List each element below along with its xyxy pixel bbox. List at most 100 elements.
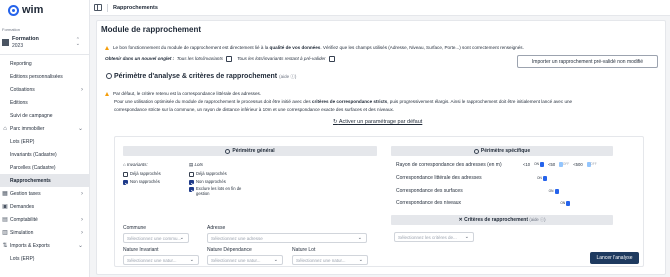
sidebar-item-label: Cotisations (10, 86, 35, 93)
radius-50-toggle[interactable]: OFF (559, 162, 569, 167)
chevron-right-icon: › (81, 216, 83, 223)
main-card: Module de rapprochement Le bon fonctionn… (96, 20, 666, 275)
radius-label: Rayon de correspondance des adresses (en… (396, 162, 502, 168)
chevron-down-icon: ⌄ (273, 257, 278, 263)
ledger-icon: ▤ (2, 216, 8, 223)
remaining-lots-checkbox[interactable] (328, 56, 335, 62)
breadcrumb-current: Rapprochements (113, 4, 158, 11)
sidebar-item-cotisations[interactable]: Cotisations › (0, 83, 90, 96)
levels-toggle[interactable]: ON (560, 201, 571, 206)
sidebar-item-parcelles-cadastre[interactable]: Parcelles (Cadastre) (0, 161, 90, 174)
inv-deja-checkbox[interactable] (123, 172, 128, 177)
sidebar-item-demandes[interactable]: ▣ Demandes (0, 200, 90, 213)
page-title: Module de rapprochement (101, 25, 202, 34)
all-lots-checkbox[interactable] (226, 56, 233, 62)
home-icon: ⌂ (123, 162, 126, 167)
adresse-select[interactable]: Sélectionnez une adresse ⌄ (207, 233, 367, 243)
sidebar-item-label: Editions (10, 99, 28, 106)
sidebar-item-simulation[interactable]: ▥ Simulation › (0, 226, 90, 239)
sidebar-item-label: Invariants (Cadastre) (10, 151, 57, 158)
surfaces-label: Correspondance des surfaces (396, 188, 463, 194)
sidebar: wim Formation Formation 2023 ⌃ ⌄ Reportin… (0, 0, 90, 277)
commune-select[interactable]: Sélectionnez une commu... ⌄ (123, 233, 189, 243)
warning-line-2: Pour une utilisation optimisée du module… (114, 99, 573, 104)
chevron-right-icon: › (81, 190, 83, 197)
chevron-down-icon: ⌄ (179, 235, 184, 241)
sidebar-item-editions[interactable]: Editions (0, 96, 90, 109)
lots-non-checkbox[interactable] (189, 180, 194, 185)
nature-dependance-select[interactable]: Sélectionnez une natur... ⌄ (207, 255, 283, 265)
launch-analysis-button[interactable]: Lancer l'analyse (590, 252, 639, 264)
import-export-icon: ⇅ (2, 242, 8, 249)
chevron-down-icon: ⌄ (77, 243, 83, 249)
literal-address-label: Correspondance littérale des adresses (396, 175, 482, 181)
top-separator (107, 3, 108, 12)
general-perimeter-header: Périmètre général (123, 146, 377, 156)
app-logo[interactable]: wim (8, 4, 43, 16)
sidebar-item-imports-exports[interactable]: ⇅ Imports & Exports ⌄ (0, 239, 90, 252)
sidebar-item-gestion-taxes[interactable]: ▦ Gestion taxes › (0, 187, 90, 200)
literal-address-toggle[interactable]: ON (537, 176, 547, 181)
chevron-down-icon: ⌄ (357, 235, 362, 241)
inv-non-checkbox[interactable] (123, 180, 128, 185)
lots-deja-option[interactable]: Déjà rapprochés (189, 171, 227, 177)
top-bar: Rapprochements (90, 0, 670, 16)
globe-icon (225, 148, 231, 154)
sidebar-item-label: Lots (ERP) (10, 138, 35, 145)
sidebar-item-suivi-de-campagne[interactable]: Suivi de campagne (0, 109, 90, 122)
organization-selector[interactable]: Formation 2023 ⌃ ⌄ (2, 34, 86, 51)
sidebar-item-label: Comptabilité (10, 216, 38, 223)
help-link[interactable]: (aide ⓘ) (279, 74, 296, 79)
chevron-right-icon: › (81, 86, 83, 93)
inv-non-option[interactable]: Non rapprochés (123, 179, 160, 185)
sidebar-item-invariants-cadastre[interactable]: Invariants (Cadastre) (0, 148, 90, 161)
activate-default-link[interactable]: ↻ Activer un paramétrage par défaut (333, 119, 422, 125)
nature-invariant-label: Nature Invariant (123, 247, 159, 253)
warning-icon (105, 45, 109, 50)
building-icon (2, 39, 9, 46)
radius-500-toggle[interactable]: OFF (586, 162, 597, 167)
chevron-down-icon: ⌄ (189, 257, 194, 263)
criteria-select[interactable]: Sélectionnez les critères de... ⌄ (394, 232, 474, 242)
chevron-right-icon: › (81, 229, 83, 236)
default-criteria-warning: Par défaut, le critère retenu est la cor… (105, 91, 261, 96)
warning-line-3: correspondance stricte sur la commune, u… (114, 107, 395, 112)
opt-all-lots-label: Tous les lots/invariants (176, 56, 224, 62)
criteria-help-link[interactable]: (aide ⓘ) (529, 217, 545, 223)
import-prevalidated-button[interactable]: Importer un rapprochement pré-validé non… (517, 55, 658, 68)
data-quality-warning: Le bon fonctionnement du module de rappr… (105, 45, 524, 50)
surfaces-toggle[interactable]: ON (549, 189, 559, 194)
sidebar-item-reporting[interactable]: Reporting (0, 57, 90, 70)
sidebar-item-label: Simulation (10, 229, 34, 236)
nature-lot-label: Nature Lot (292, 247, 316, 253)
sidebar-item-label: Lots (ERP) (10, 255, 35, 262)
lots-excl-checkbox[interactable] (189, 187, 194, 192)
org-name: Formation (12, 36, 39, 43)
sidebar-item-lots-erp[interactable]: Lots (ERP) (0, 252, 90, 265)
inv-deja-option[interactable]: Déjà rapprochés (123, 171, 161, 177)
obtain-row: Obtenir dans un nouvel onglet : Tous les… (105, 56, 335, 62)
logo-text: wim (22, 4, 44, 16)
nature-invariant-select[interactable]: Sélectionnez une natur... ⌄ (123, 255, 199, 265)
chevron-down-icon: ⌄ (77, 126, 83, 132)
lots-non-option[interactable]: Non rapprochés (189, 179, 226, 185)
lots-heading: ▤ Lots (189, 162, 204, 167)
sidebar-item-rapprochements[interactable]: Rapprochements (0, 174, 90, 187)
radius-10-toggle[interactable]: ON (534, 162, 545, 167)
radius-10-label: <10 (523, 162, 531, 167)
sidebar-item-editions-personnalis-es[interactable]: Editions personnalisées (0, 70, 90, 83)
radius-50-label: <50 (548, 162, 556, 167)
nature-lot-select[interactable]: Sélectionnez une natur... ⌄ (292, 255, 368, 265)
sidebar-item-lots-erp[interactable]: Lots (ERP) (0, 135, 90, 148)
sidebar-item-parc-immobilier[interactable]: ⌂ Parc immobilier ⌄ (0, 122, 90, 135)
sidebar-item-label: Reporting (10, 60, 32, 67)
radius-options: <10 ON <50 OFF <500 OFF (523, 162, 597, 167)
refresh-icon: ↻ (333, 119, 338, 125)
lots-excl-option[interactable]: Exclure les lots en fin de gestion (189, 186, 247, 196)
sidebar-item-comptabilit[interactable]: ▤ Comptabilité › (0, 213, 90, 226)
lots-deja-checkbox[interactable] (189, 172, 194, 177)
calculator-icon: ▥ (2, 229, 8, 236)
criteria-panel: Périmètre général ⌂ Invariants: Déjà rap… (114, 136, 644, 267)
toggle-sidebar-icon[interactable] (94, 4, 102, 11)
sidebar-item-label: Imports & Exports (10, 242, 50, 249)
